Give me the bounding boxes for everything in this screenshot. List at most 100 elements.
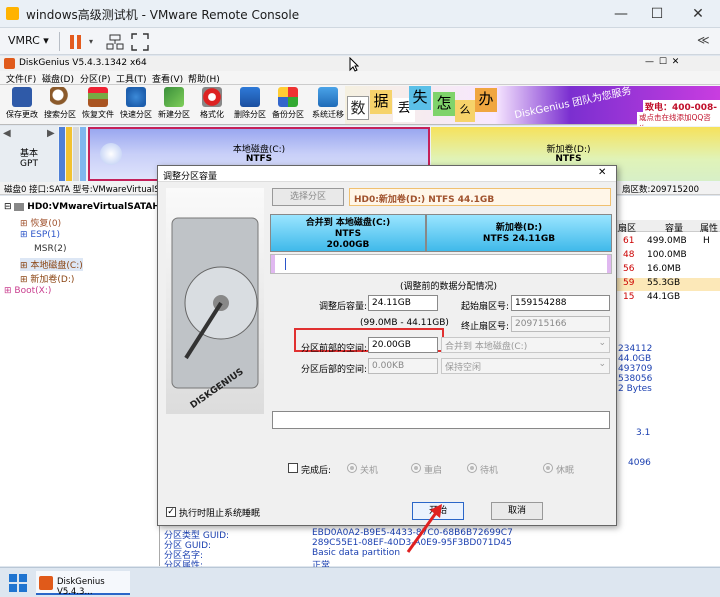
tree-item-recovery[interactable]: ⊞ 恢复(0) [20,216,61,229]
app-menu-bar: 文件(F) 磁盘(D) 分区(P) 工具(T) 查看(V) 帮助(H) [0,71,720,85]
layout-edge-right [607,255,611,273]
send-ctrl-alt-del-button[interactable] [106,34,124,50]
size-range: (99.0MB - 44.11GB) [360,318,449,328]
complete-action-checkbox[interactable] [288,463,298,473]
before-space-label: 分区前部的空间: [301,344,368,354]
trash-icon [240,87,260,107]
diskgenius-logo-icon [4,58,15,69]
chevron-down-icon: ⌄ [598,338,606,348]
menu-partition[interactable]: 分区(P) [80,72,110,85]
disk-prev-arrow-icon[interactable]: ◀ [3,128,11,139]
radio-standby[interactable] [467,463,477,473]
system-migration-button[interactable]: 系统迁移 [306,87,350,123]
expand-icon[interactable]: ⊞ [20,275,28,285]
cancel-button[interactable]: 取消 [491,502,543,520]
table-row[interactable]: 59 55.3GB [610,278,720,291]
detail-value: 4096 [628,458,651,468]
network-icon [106,34,124,50]
backup-partition-button[interactable]: 备份分区 [266,87,310,123]
menu-disk[interactable]: 磁盘(D) [42,72,74,85]
tree-item-boot[interactable]: ⊞ Boot(X:) [4,286,51,296]
taskbar-app-label: DiskGenius V5.4.3... [57,577,105,597]
resize-bar-partition-segment[interactable]: 新加卷(D:) NTFS 24.11GB [426,214,612,252]
partition-strip-esp[interactable] [66,127,72,181]
mouse-cursor-icon [349,57,359,72]
table-row[interactable]: 48 100.0MB [610,250,720,263]
start-sector-input[interactable] [511,295,610,311]
tree-item-d[interactable]: ⊞ 新加卷(D:) [20,272,74,285]
size-label: 调整后容量: [319,302,368,312]
save-icon [12,87,32,107]
complete-action-label: 完成后: [301,466,332,476]
prevent-sleep-label: 执行时阻止系统睡眠 [179,509,261,519]
ad-char-5: 怎 [433,92,455,116]
expand-icon[interactable]: ⊞ [20,261,28,271]
layout-edge-left [271,255,275,273]
radio-shutdown[interactable] [347,463,357,473]
ad-char-7: 办 [475,88,497,112]
prevent-sleep-checkbox[interactable]: ✓ [166,507,176,517]
disk-next-arrow-icon[interactable]: ▶ [47,128,55,139]
maximize-button[interactable]: ☐ [643,4,671,24]
pause-icon [70,35,81,49]
backup-icon [278,87,298,107]
minimize-button[interactable]: — [607,4,635,24]
ad-char-6: 么 [455,100,475,122]
tree-root[interactable]: ⊟ HD0:VMwareVirtualSATAH [4,202,160,212]
migration-icon [318,87,338,107]
after-space-select[interactable]: 保持空闲 ⌄ [441,358,610,374]
tree-item-msr[interactable]: MSR(2) [34,244,66,254]
pause-dropdown-icon[interactable]: ▾ [89,37,93,46]
progress-bar [272,411,610,429]
table-row[interactable]: 56 16.0MB [610,264,720,277]
size-input[interactable] [368,295,438,311]
tree-item-c[interactable]: ⊞ 本地磁盘(C:) [20,258,83,271]
partition-d-fs: NTFS [555,154,582,164]
menu-tools[interactable]: 工具(T) [116,72,147,85]
format-icon [202,87,222,107]
tree-item-esp[interactable]: ⊞ ESP(1) [20,230,60,240]
radio-restart[interactable] [411,463,421,473]
partition-strip-other[interactable] [80,127,86,181]
menu-help[interactable]: 帮助(H) [188,72,220,85]
vmrc-menu-button[interactable]: VMRC ▾ [8,34,49,47]
start-button-taskbar[interactable] [8,573,28,593]
menu-view[interactable]: 查看(V) [152,72,183,85]
radio-hibernate[interactable] [543,463,553,473]
before-space-select[interactable]: 合并到 本地磁盘(C:) ⌄ [441,337,610,353]
ad-char-2: 据 [370,90,392,114]
expand-icon[interactable]: ⊞ [20,219,28,229]
before-space-input[interactable] [368,337,438,353]
dialog-close-button[interactable]: ✕ [598,167,606,178]
disk-label: ◀ ▶ 基本 GPT [0,126,58,182]
close-button[interactable]: ✕ [684,4,712,24]
pause-button[interactable] [69,34,83,50]
target-partition-label: HD0:新加卷(D:) NTFS 44.1GB [349,188,611,206]
select-partition-button[interactable]: 选择分区 [272,188,344,206]
windows-logo-icon [9,574,27,592]
partition-strip-msr[interactable] [73,127,79,181]
table-row[interactable]: 15 44.1GB [610,292,720,305]
dialog-title-bar: 调整分区容量 ✕ [158,166,616,182]
diskgenius-hdd-image: DISKGENIUS [166,188,264,414]
collapse-toolbar-button[interactable]: ≪ [697,33,710,47]
disk-scheme-label: GPT [20,159,38,169]
partition-guid-info: 分区类型 GUID: EBD0A0A2-B9E5-4433-87C0-68B6B… [160,526,610,571]
collapse-icon[interactable]: ⊟ [4,202,12,212]
expand-icon[interactable]: ⊞ [20,230,28,240]
detail-value: 3.1 [636,428,651,438]
expand-icon[interactable]: ⊞ [4,286,12,296]
taskbar: DiskGenius V5.4.3... [0,567,720,597]
menu-file[interactable]: 文件(F) [6,72,36,85]
end-sector-input[interactable] [511,316,610,332]
fullscreen-button[interactable] [131,33,149,51]
vmware-logo-icon [6,7,19,20]
after-space-input[interactable] [368,358,438,374]
app-window-controls[interactable]: — ☐ ✕ [645,57,680,67]
ad-banner[interactable]: 数 据 丢 失 怎 么 办 DiskGenius 团队为您服务 致电：400-0… [345,86,720,134]
partition-strip-recovery[interactable] [59,127,65,181]
resize-bar-merge-segment[interactable]: 合并到 本地磁盘(C:) NTFS 20.00GB [270,214,426,252]
taskbar-app-diskgenius[interactable]: DiskGenius V5.4.3... [36,571,130,597]
table-row[interactable]: 61 499.0MB H [610,236,720,249]
diskgenius-app-icon [39,576,53,590]
